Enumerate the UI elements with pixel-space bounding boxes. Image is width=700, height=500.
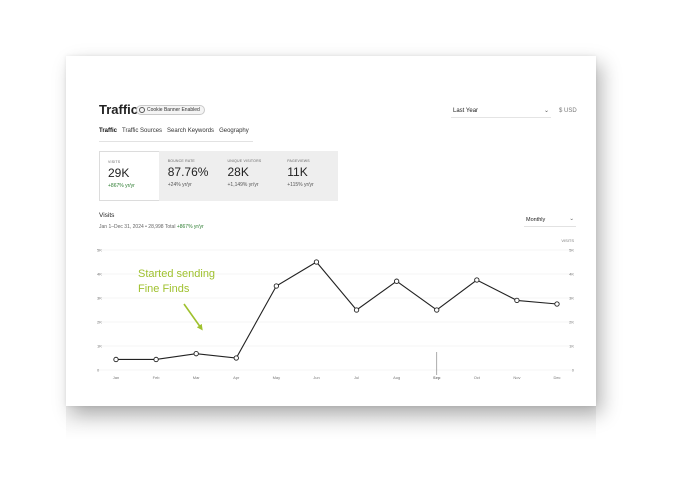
data-point[interactable] [233,355,239,361]
chart-annotation: Started sending Fine Finds [138,267,215,297]
x-tick-label: Aug [393,375,400,380]
data-point[interactable] [474,277,480,283]
data-point[interactable] [514,297,520,304]
right-axis-title: VISITS [561,238,574,243]
x-tick-label: Mar [193,375,201,380]
y-tick-label-right: 4K [569,272,574,277]
y-tick-label-right: 5K [569,248,574,253]
data-point[interactable] [393,278,400,284]
traffic-card: Traffic Cookie Banner Enabled Last Year … [66,56,596,406]
x-tick-label: Oct [474,375,481,380]
y-tick-label: 5K [97,248,102,253]
y-tick-label-right: 0 [572,368,575,373]
annotation-line-1: Started sending [138,268,216,280]
data-point[interactable] [554,301,560,307]
annotation-arrow [183,303,203,331]
x-tick-label: Apr [233,375,240,380]
y-tick-label: 2K [97,320,102,325]
y-tick-label: 1K [97,344,102,349]
y-tick-label-right: 2K [569,320,574,325]
x-tick-label: Jul [354,375,359,380]
y-tick-label-right: 3K [569,296,574,301]
data-point[interactable] [193,351,199,357]
x-tick-label: Nov [513,375,520,380]
x-tick-label: Feb [153,375,161,380]
data-point[interactable] [113,356,119,363]
data-point[interactable] [273,283,280,289]
data-point[interactable] [434,307,440,313]
y-tick-label-right: 1K [569,344,574,349]
visits-line-chart: VISITS0 01K 1K2K 2K3K 3K4K 4K5K 5KJan Feb Mar Apr… [97,238,575,380]
annotation-line-2: Fine Finds [138,283,190,295]
data-point[interactable] [313,259,320,265]
data-point[interactable] [153,356,159,363]
x-tick-label: Sep [433,375,441,380]
data-point[interactable] [353,307,360,313]
x-tick-label: Jun [313,375,319,380]
y-tick-label: 3K [97,296,102,301]
x-tick-label: Jan [113,375,119,380]
card-shadow [66,406,596,440]
x-tick-label: Dec [553,375,560,380]
x-tick-label: May [273,375,281,380]
y-tick-label: 4K [97,272,102,277]
